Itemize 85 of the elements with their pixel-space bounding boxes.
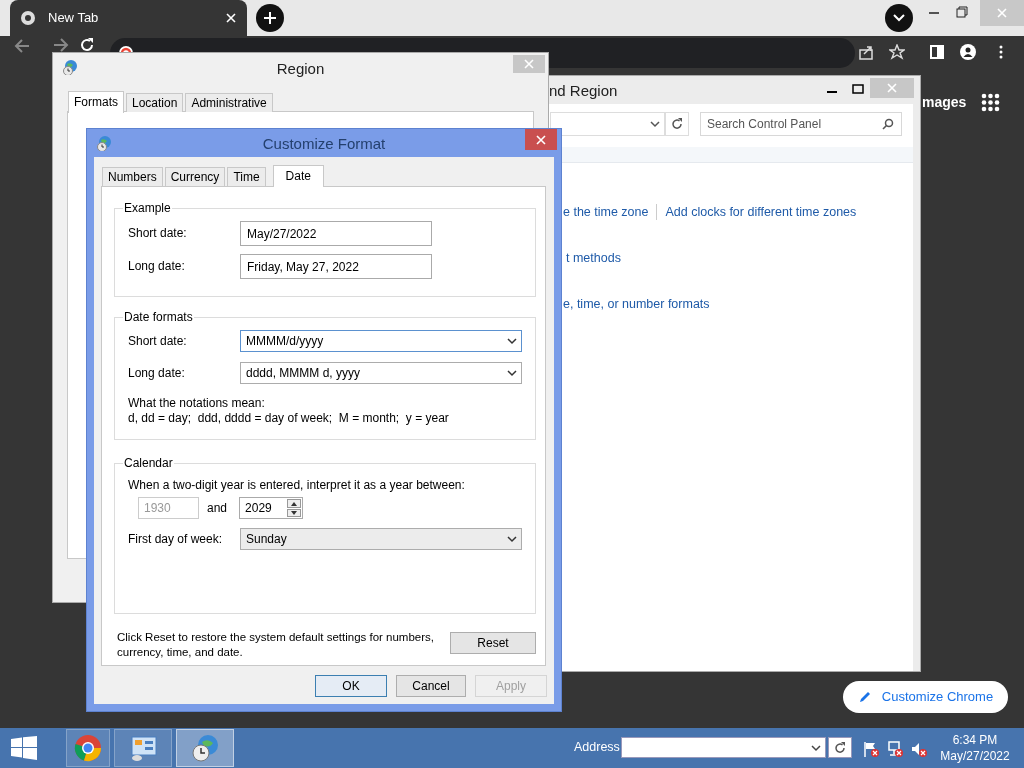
reload-icon bbox=[79, 37, 95, 53]
chevron-down-icon bbox=[650, 120, 660, 128]
search-icon bbox=[882, 118, 894, 130]
dialog-button[interactable]: OK bbox=[315, 675, 387, 697]
chevron-down-icon bbox=[507, 337, 517, 345]
close-icon bbox=[996, 7, 1008, 19]
field-label: Address bbox=[574, 740, 620, 755]
field-label: First day of week: bbox=[128, 532, 224, 547]
star-icon bbox=[889, 44, 905, 60]
windows-logo-icon bbox=[11, 736, 37, 760]
taskbar-app-button[interactable] bbox=[176, 729, 234, 767]
control-panel-icon bbox=[129, 734, 157, 762]
refresh-icon bbox=[671, 118, 683, 130]
window-title: Region bbox=[275, 60, 326, 78]
browser-tab[interactable]: New Tab bbox=[10, 0, 247, 36]
tab[interactable]: Location bbox=[126, 93, 184, 112]
share-icon bbox=[858, 44, 874, 60]
new-tab-button[interactable] bbox=[256, 4, 284, 32]
link[interactable]: t methods bbox=[566, 251, 621, 266]
chevron-down-icon bbox=[507, 369, 517, 377]
link[interactable]: Add clocks for different time zones bbox=[665, 204, 857, 220]
refresh-icon bbox=[834, 741, 846, 754]
address-field[interactable] bbox=[621, 737, 826, 758]
customize-chrome-button[interactable]: Customize Chrome bbox=[843, 681, 1008, 713]
dropdown[interactable]: MMMM/d/yyyy bbox=[240, 330, 522, 352]
group-label: Example bbox=[123, 201, 172, 216]
tab-search-button[interactable] bbox=[885, 4, 913, 32]
globe-icon bbox=[96, 135, 112, 151]
close-button[interactable] bbox=[525, 129, 557, 150]
reload-button[interactable] bbox=[79, 37, 95, 53]
profile-icon bbox=[960, 44, 976, 60]
help-text: d, dd = day; ddd, dddd = day of week; M = month; y = year bbox=[128, 411, 450, 426]
globe-clock-icon bbox=[191, 734, 219, 762]
apps-icon[interactable] bbox=[981, 93, 1000, 112]
chrome-icon bbox=[74, 734, 102, 762]
field-label: Long date: bbox=[128, 259, 186, 274]
forward-button[interactable] bbox=[53, 37, 69, 53]
side-panel-icon bbox=[929, 44, 945, 60]
close-icon[interactable] bbox=[225, 12, 237, 24]
window-title: nd Region bbox=[549, 82, 618, 100]
plus-icon bbox=[263, 11, 277, 25]
dialog-title: Customize Format bbox=[261, 135, 387, 153]
close-icon bbox=[535, 133, 547, 146]
search-field[interactable]: Search Control Panel bbox=[700, 112, 902, 136]
close-icon bbox=[886, 82, 898, 94]
network-icon[interactable] bbox=[886, 740, 904, 758]
chevron-down-icon bbox=[893, 14, 905, 22]
help-text: What the notations mean: bbox=[128, 396, 266, 411]
refresh-button[interactable] bbox=[828, 737, 852, 758]
tab[interactable]: Date bbox=[272, 165, 324, 187]
tab[interactable]: Time bbox=[227, 167, 266, 186]
restore-icon bbox=[956, 6, 968, 18]
tab[interactable]: Administrative bbox=[185, 93, 273, 112]
taskbar-app-button[interactable] bbox=[66, 729, 110, 767]
clock-time[interactable]: 6:34 PM bbox=[930, 732, 1020, 748]
reset-button[interactable]: Reset bbox=[450, 632, 536, 654]
chrome-icon bbox=[20, 10, 36, 26]
flag-icon[interactable] bbox=[862, 740, 880, 758]
dropdown[interactable]: Sunday bbox=[240, 528, 522, 551]
forward-arrow-icon bbox=[53, 37, 69, 53]
maximize-icon bbox=[852, 84, 864, 94]
field-label: Short date: bbox=[128, 333, 188, 349]
back-arrow-icon bbox=[14, 38, 30, 54]
help-text: When a two-digit year is entered, interpret it as a year between: bbox=[128, 478, 466, 493]
clock-date[interactable]: May/27/2022 bbox=[930, 748, 1020, 764]
chevron-down-icon bbox=[811, 743, 821, 752]
field-label: Long date: bbox=[128, 365, 186, 381]
tab[interactable]: Currency bbox=[164, 167, 226, 186]
tab[interactable]: Numbers bbox=[102, 167, 163, 186]
page-link[interactable]: mages bbox=[922, 94, 967, 111]
close-icon bbox=[523, 58, 535, 70]
pencil-icon bbox=[857, 690, 872, 704]
text-field[interactable]: Friday, May 27, 2022 bbox=[240, 254, 432, 279]
link[interactable]: e, time, or number formats bbox=[563, 297, 710, 312]
field-label: Short date: bbox=[128, 226, 188, 241]
tab[interactable]: Formats bbox=[68, 91, 124, 113]
taskbar-app-button[interactable] bbox=[114, 729, 172, 767]
globe-icon bbox=[62, 59, 78, 75]
dialog-button[interactable]: Cancel bbox=[396, 675, 466, 697]
help-text: Click Reset to restore the system default settings for numbers, currency, time, and date. bbox=[117, 630, 436, 660]
link[interactable]: e the time zone bbox=[563, 204, 649, 220]
text-field[interactable]: May/27/2022 bbox=[240, 221, 432, 246]
dropdown[interactable]: dddd, MMMM d, yyyy bbox=[240, 362, 522, 384]
chevron-down-icon bbox=[507, 535, 517, 544]
field-label: and bbox=[207, 501, 228, 516]
